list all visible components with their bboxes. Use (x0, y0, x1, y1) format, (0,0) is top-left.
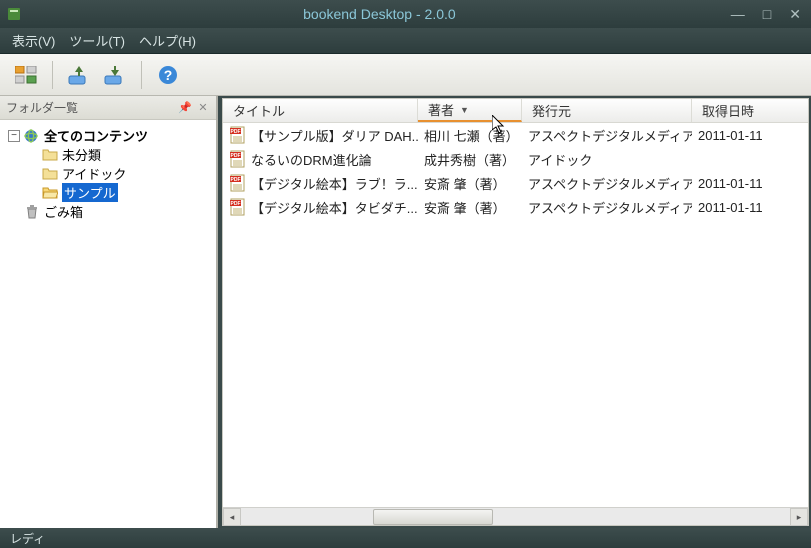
globe-icon (24, 129, 40, 143)
cell-title: PDF【サンプル版】ダリア DAH... (223, 126, 418, 145)
app-icon (6, 5, 24, 23)
pdf-icon: PDF (229, 150, 247, 168)
list-row[interactable]: PDFなるいのDRM進化論成井秀樹（著）アイドック (223, 147, 808, 171)
cell-date: 2011-01-11 (692, 200, 792, 215)
column-date[interactable]: 取得日時 (692, 99, 792, 122)
list-body[interactable]: PDF【サンプル版】ダリア DAH...相川 七瀬（著）アスペクトデジタルメディ… (223, 123, 808, 507)
menu-view[interactable]: 表示(V) (12, 31, 55, 50)
tree-item-label: サンプル (62, 183, 118, 202)
cell-publisher: アスペクトデジタルメディア (522, 174, 692, 193)
tree-item-selected[interactable]: サンプル (4, 183, 212, 202)
column-title[interactable]: タイトル (223, 99, 418, 122)
folder-open-icon (42, 186, 58, 200)
tree-trash-label: ごみ箱 (44, 202, 83, 221)
menu-tool[interactable]: ツール(T) (69, 31, 125, 50)
close-button[interactable]: ✕ (785, 6, 805, 23)
toolbar-separator (52, 61, 53, 89)
status-text: レディ (10, 530, 45, 547)
sort-desc-icon: ▼ (460, 105, 469, 115)
sidebar-header: フォルダ一覧 📌 ✕ (0, 96, 216, 120)
cell-author: 成井秀樹（著） (418, 150, 522, 169)
list-row[interactable]: PDF【サンプル版】ダリア DAH...相川 七瀬（著）アスペクトデジタルメディ… (223, 123, 808, 147)
svg-text:?: ? (164, 67, 173, 83)
minimize-button[interactable]: ― (727, 6, 749, 23)
pdf-icon: PDF (229, 198, 247, 216)
sidebar-title: フォルダ一覧 (6, 99, 174, 116)
tree-trash[interactable]: ごみ箱 (4, 202, 212, 221)
content-list: タイトル 著者▼ 発行元 取得日時 PDF【サンプル版】ダリア DAH...相川… (222, 98, 809, 526)
cell-author: 安斎 肇（著） (418, 174, 522, 193)
statusbar: レディ (0, 528, 811, 548)
pdf-icon: PDF (229, 126, 247, 144)
cell-publisher: アスペクトデジタルメディア (522, 198, 692, 217)
tree-root-label: 全てのコンテンツ (44, 126, 148, 145)
download-button[interactable] (99, 59, 131, 91)
cell-title: PDFなるいのDRM進化論 (223, 150, 418, 169)
cell-publisher: アスペクトデジタルメディア (522, 126, 692, 145)
upload-button[interactable] (63, 59, 95, 91)
pdf-icon: PDF (229, 174, 247, 192)
tree-expander-icon[interactable]: − (8, 130, 20, 142)
tree-item-label: 未分類 (62, 145, 101, 164)
toolbar-separator (141, 61, 142, 89)
cell-title: PDF【デジタル絵本】タビダチ... (223, 198, 418, 217)
tree-root[interactable]: − 全てのコンテンツ (4, 126, 212, 145)
window-title: bookend Desktop - 2.0.0 (32, 6, 727, 22)
cell-date: 2011-01-11 (692, 176, 792, 191)
column-author[interactable]: 著者▼ (418, 99, 522, 122)
pin-icon[interactable]: 📌 (178, 101, 192, 115)
menu-help[interactable]: ヘルプ(H) (139, 31, 196, 50)
cell-publisher: アイドック (522, 150, 692, 169)
cell-title: PDF【デジタル絵本】ラブ！ラ... (223, 174, 418, 193)
scroll-right-button[interactable]: ▸ (790, 508, 808, 526)
svg-text:PDF: PDF (231, 153, 241, 159)
svg-text:PDF: PDF (231, 177, 241, 183)
toolbar: ? (0, 54, 811, 96)
close-panel-icon[interactable]: ✕ (196, 101, 210, 115)
list-header: タイトル 著者▼ 発行元 取得日時 (223, 99, 808, 123)
help-button[interactable]: ? (152, 59, 184, 91)
folder-tree[interactable]: − 全てのコンテンツ 未分類 アイドック (0, 120, 216, 528)
list-row[interactable]: PDF【デジタル絵本】ラブ！ラ...安斎 肇（著）アスペクトデジタルメディア20… (223, 171, 808, 195)
tree-item[interactable]: 未分類 (4, 145, 212, 164)
horizontal-scrollbar[interactable]: ◂ ▸ (223, 507, 808, 525)
tree-item-label: アイドック (62, 164, 126, 183)
svg-text:PDF: PDF (231, 201, 241, 207)
window-controls: ― □ ✕ (727, 6, 805, 23)
maximize-button[interactable]: □ (759, 6, 775, 23)
scroll-left-button[interactable]: ◂ (223, 508, 241, 526)
cell-author: 安斎 肇（著） (418, 198, 522, 217)
cell-author: 相川 七瀬（著） (418, 126, 522, 145)
titlebar: bookend Desktop - 2.0.0 ― □ ✕ (0, 0, 811, 28)
folder-icon (42, 148, 58, 162)
cell-date: 2011-01-11 (692, 128, 792, 143)
column-publisher[interactable]: 発行元 (522, 99, 692, 122)
trash-icon (24, 205, 40, 219)
menubar: 表示(V) ツール(T) ヘルプ(H) (0, 28, 811, 54)
view-toggle-button[interactable] (10, 59, 42, 91)
folder-icon (42, 167, 58, 181)
folder-sidebar: フォルダ一覧 📌 ✕ − 全てのコンテンツ 未分類 (0, 96, 218, 528)
list-row[interactable]: PDF【デジタル絵本】タビダチ...安斎 肇（著）アスペクトデジタルメディア20… (223, 195, 808, 219)
main-area: フォルダ一覧 📌 ✕ − 全てのコンテンツ 未分類 (0, 96, 811, 528)
svg-text:PDF: PDF (231, 129, 241, 135)
tree-item[interactable]: アイドック (4, 164, 212, 183)
scroll-thumb[interactable] (373, 509, 493, 525)
